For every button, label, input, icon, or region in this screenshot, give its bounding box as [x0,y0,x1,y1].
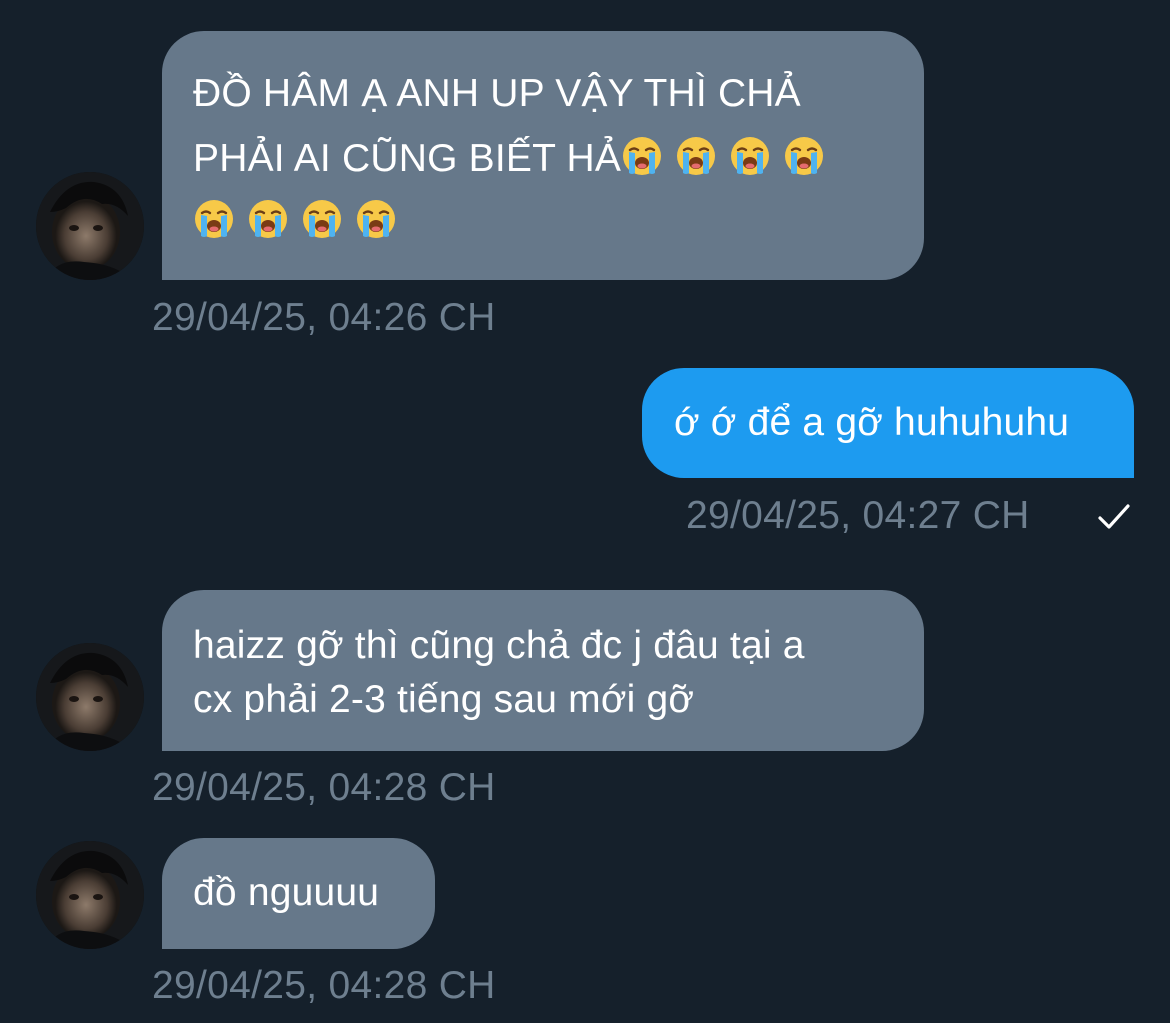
message-text-line: ĐỒ HÂM Ạ ANH UP VẬY THÌ CHẢ [193,72,801,115]
message-text-line: ớ ớ để a gỡ huhuhuhu [674,401,1070,444]
emoji-row [193,193,894,255]
avatar[interactable] [36,643,144,751]
loudly-crying-face-icon [247,198,289,240]
chat-screen: ĐỒ HÂM Ạ ANH UP VẬY THÌ CHẢ PHẢI AI CŨNG… [0,0,1170,1023]
message-text-line: đồ nguuuu [193,871,380,914]
message-bubble-incoming[interactable]: đồ nguuuu [162,838,435,949]
loudly-crying-face-icon [193,198,235,240]
message-text-line: PHẢI AI CŨNG BIẾT HẢ [193,130,894,187]
loudly-crying-face-icon [621,135,663,177]
message-text-line: haizz gỡ thì cũng chả đc j đâu tại a [193,624,805,667]
loudly-crying-face-icon [301,198,343,240]
avatar[interactable] [36,172,144,280]
loudly-crying-face-icon [729,135,771,177]
message-timestamp: 29/04/25, 04:28 CH [152,964,496,1007]
loudly-crying-face-icon [783,135,825,177]
message-bubble-incoming[interactable]: ĐỒ HÂM Ạ ANH UP VẬY THÌ CHẢ PHẢI AI CŨNG… [162,31,924,280]
message-bubble-incoming[interactable]: haizz gỡ thì cũng chả đc j đâu tại a cx … [162,590,924,751]
message-text: PHẢI AI CŨNG BIẾT HẢ [193,137,622,180]
message-timestamp: 29/04/25, 04:28 CH [152,766,496,809]
loudly-crying-face-icon [675,135,717,177]
message-timestamp: 29/04/25, 04:26 CH [152,296,496,339]
check-icon [1098,504,1130,529]
message-text-line: cx phải 2-3 tiếng sau mới gỡ [193,678,695,721]
message-bubble-outgoing[interactable]: ớ ớ để a gỡ huhuhuhu [642,368,1134,478]
message-timestamp: 29/04/25, 04:27 CH [686,494,1030,537]
loudly-crying-face-icon [355,198,397,240]
avatar[interactable] [36,841,144,949]
